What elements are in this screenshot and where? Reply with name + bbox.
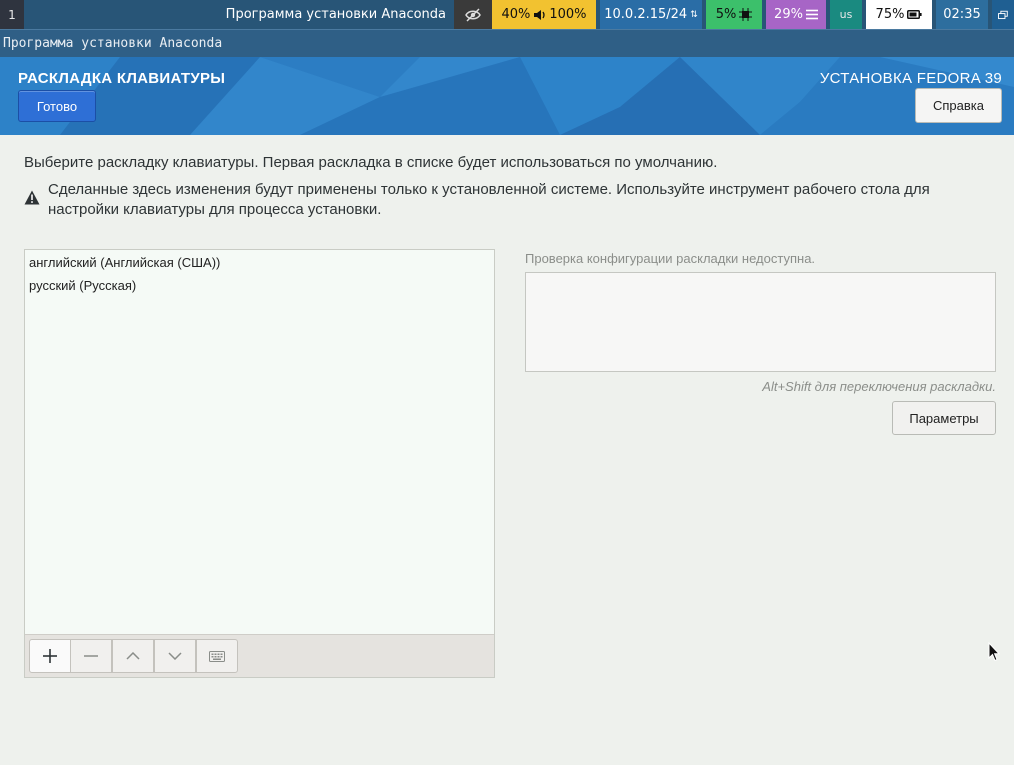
layout-test-area[interactable] bbox=[525, 272, 996, 372]
network-block[interactable]: 10.0.2.15/24 ⇅ bbox=[600, 0, 702, 29]
menu-lines-icon bbox=[805, 9, 818, 20]
remove-layout-button[interactable] bbox=[70, 639, 112, 673]
layout-switch-hint: Alt+Shift для переключения раскладки. bbox=[762, 379, 996, 394]
focused-window-title: Программа установки Anaconda bbox=[225, 7, 446, 22]
memory-usage: 29% bbox=[774, 7, 803, 22]
list-item[interactable]: английский (Английская (США)) bbox=[25, 251, 494, 274]
speaker-icon bbox=[533, 9, 546, 21]
warning-text: Сделанные здесь изменения будут применен… bbox=[48, 181, 930, 218]
done-button[interactable]: Готово bbox=[18, 90, 96, 122]
brightness-value: 40% bbox=[501, 7, 531, 22]
minus-icon bbox=[84, 655, 98, 657]
network-icon: ⇅ bbox=[690, 9, 698, 20]
keyboard-icon bbox=[209, 650, 225, 662]
chevron-down-icon bbox=[168, 652, 182, 660]
window-switch-icon[interactable] bbox=[992, 0, 1014, 29]
spoke-header: РАСКЛАДКА КЛАВИАТУРЫ УСТАНОВКА FEDORA 39… bbox=[0, 57, 1014, 135]
move-down-button[interactable] bbox=[154, 639, 196, 673]
status-bar: 1 Программа установки Anaconda 40% 100% … bbox=[0, 0, 1014, 29]
move-up-button[interactable] bbox=[112, 639, 154, 673]
cpu-block[interactable]: 5% bbox=[706, 0, 762, 29]
plus-icon bbox=[43, 649, 57, 663]
memory-block[interactable]: 29% bbox=[766, 0, 826, 29]
layout-test-label: Проверка конфигурации раскладки недоступ… bbox=[525, 251, 816, 266]
layout-toolbar bbox=[25, 634, 494, 677]
product-title: УСТАНОВКА FEDORA 39 bbox=[819, 70, 1002, 87]
warning-message: Сделанные здесь изменения будут применен… bbox=[24, 180, 984, 220]
volume-block[interactable]: 40% 100% bbox=[492, 0, 596, 29]
clock[interactable]: 02:35 bbox=[936, 0, 988, 29]
intro-text: Выберите раскладку клавиатуры. Первая ра… bbox=[24, 154, 718, 171]
cpu-usage: 5% bbox=[715, 7, 737, 22]
ip-address: 10.0.2.15/24 bbox=[604, 7, 688, 22]
add-layout-button[interactable] bbox=[29, 639, 71, 673]
preview-layout-button[interactable] bbox=[196, 639, 238, 673]
battery-block[interactable]: 75% bbox=[866, 0, 932, 29]
battery-level: 75% bbox=[875, 7, 905, 22]
mouse-pointer-icon bbox=[988, 642, 1000, 662]
options-button[interactable]: Параметры bbox=[892, 401, 996, 435]
spoke-title: РАСКЛАДКА КЛАВИАТУРЫ bbox=[18, 70, 226, 87]
main-content: Выберите раскладку клавиатуры. Первая ра… bbox=[0, 135, 1014, 765]
keyboard-layout-indicator[interactable]: us bbox=[830, 0, 862, 29]
list-item[interactable]: русский (Русская) bbox=[25, 274, 494, 297]
chevron-up-icon bbox=[126, 652, 140, 660]
layout-panel: английский (Английская (США)) русский (Р… bbox=[24, 249, 495, 678]
help-button[interactable]: Справка bbox=[915, 88, 1002, 123]
workspace-indicator[interactable]: 1 bbox=[0, 0, 24, 29]
volume-value: 100% bbox=[549, 7, 587, 22]
layout-list[interactable]: английский (Английская (США)) русский (Р… bbox=[25, 250, 494, 634]
warning-triangle-icon bbox=[24, 190, 40, 205]
battery-icon bbox=[907, 10, 923, 19]
chip-icon bbox=[739, 8, 753, 21]
header-background-pattern bbox=[0, 57, 1014, 135]
eye-off-icon[interactable] bbox=[454, 0, 492, 29]
window-title-bar: Программа установки Anaconda bbox=[0, 29, 1014, 57]
